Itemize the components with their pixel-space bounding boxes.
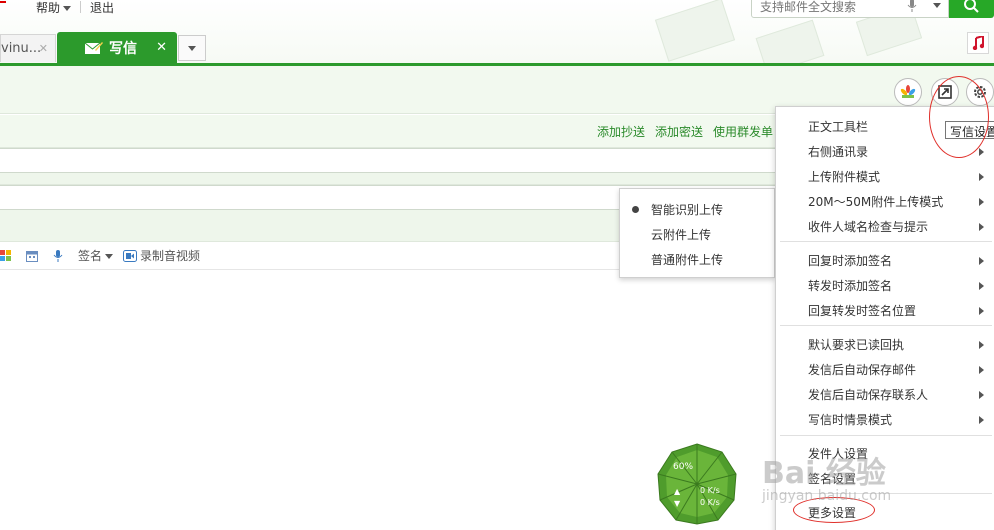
speed-percent: 60% (673, 462, 694, 472)
logo-fragment (0, 1, 6, 3)
chevron-right-icon (979, 198, 984, 206)
menu-divider (780, 241, 992, 242)
upload-option-label: 智能识别上传 (651, 203, 724, 217)
menu-item-reply-signature[interactable]: 回复时添加签名 (776, 248, 994, 272)
chevron-right-icon (979, 148, 984, 156)
search-icon (964, 0, 979, 13)
chevron-down-icon (188, 45, 196, 51)
tab-previous[interactable]: vinu... ✕ (0, 34, 56, 62)
tab-compose-label: 写信 (109, 41, 137, 57)
chevron-down-icon (63, 5, 72, 11)
upload-mode-submenu: 智能识别上传 云附件上传 普通附件上传 (619, 188, 775, 278)
divider (80, 1, 82, 13)
upload-option-normal[interactable]: 普通附件上传 (620, 247, 774, 272)
search-box (751, 0, 949, 18)
menu-item-label: 收件人域名检查与提示 (808, 219, 929, 234)
chevron-right-icon (979, 341, 984, 349)
tab-compose[interactable]: 写信 ✕ (57, 32, 177, 64)
music-note-icon (972, 36, 984, 50)
menu-item-label: 回复时添加签名 (808, 253, 893, 268)
chevron-right-icon (979, 416, 984, 424)
chevron-down-icon (105, 254, 114, 259)
selected-dot-icon (632, 206, 639, 213)
upload-option-smart[interactable]: 智能识别上传 (620, 197, 774, 222)
chevron-right-icon (979, 391, 984, 399)
chevron-right-icon (979, 282, 984, 290)
add-cc-link[interactable]: 添加抄送 (597, 123, 645, 140)
chevron-down-icon[interactable] (933, 3, 941, 8)
menu-item-label: 发信后自动保存邮件 (808, 362, 917, 377)
close-icon[interactable]: ✕ (156, 40, 167, 55)
chevron-right-icon (979, 366, 984, 374)
menu-item-upload-mode[interactable]: 上传附件模式 (776, 164, 994, 188)
microphone-icon[interactable] (907, 0, 917, 13)
menu-item-label: 默认要求已读回执 (808, 337, 905, 352)
add-bcc-link[interactable]: 添加密送 (655, 123, 703, 140)
app-grid-icon[interactable] (0, 249, 12, 262)
search-input[interactable] (752, 0, 900, 17)
video-camera-icon[interactable] (123, 249, 138, 262)
stationery-button[interactable] (894, 78, 922, 106)
chevron-right-icon (979, 223, 984, 231)
menu-divider (780, 325, 992, 326)
top-links: 帮助 退出 (0, 0, 114, 16)
music-button[interactable] (967, 32, 989, 54)
calendar-icon[interactable] (26, 250, 38, 262)
menu-item-label: 转发时添加签名 (808, 278, 893, 293)
download-arrow-icon: ▼ (674, 499, 681, 508)
menu-item-autosave-mail[interactable]: 发信后自动保存邮件 (776, 357, 994, 381)
upload-arrow-icon: ▲ (674, 487, 681, 496)
menu-item-signature-position[interactable]: 回复转发时签名位置 (776, 298, 994, 322)
menu-item-autosave-contacts[interactable]: 发信后自动保存联系人 (776, 382, 994, 406)
signature-label: 签名 (78, 249, 103, 263)
chevron-right-icon (979, 173, 984, 181)
envelope-decoration (755, 19, 825, 64)
help-link[interactable]: 帮助 (36, 0, 72, 16)
logout-link[interactable]: 退出 (90, 0, 114, 16)
network-speed-widget[interactable]: 60% ▲ ▼ 0 K/s 0 K/s (654, 442, 740, 526)
group-send-link[interactable]: 使用群发单 (713, 123, 773, 140)
signature-dropdown[interactable]: 签名 (78, 247, 114, 264)
menu-item-scene-mode[interactable]: 写信时情景模式 (776, 407, 994, 431)
compose-mail-icon (85, 42, 103, 54)
menu-item-label: 发信后自动保存联系人 (808, 387, 929, 402)
close-icon[interactable]: ✕ (39, 42, 48, 55)
menu-item-label: 回复转发时签名位置 (808, 303, 917, 318)
watermark: Bai 经验 (762, 456, 886, 491)
top-bar: 帮助 退出 vinu... ✕ 写信 ✕ (0, 0, 994, 64)
envelope-decoration (654, 0, 736, 62)
menu-item-read-receipt[interactable]: 默认要求已读回执 (776, 332, 994, 356)
upload-rate: 0 K/s (700, 486, 720, 495)
download-rate: 0 K/s (700, 498, 720, 507)
menu-item-domain-check[interactable]: 收件人域名检查与提示 (776, 214, 994, 238)
menu-item-label: 上传附件模式 (808, 169, 881, 184)
search-button[interactable] (949, 0, 994, 18)
chevron-right-icon (979, 257, 984, 265)
upload-option-cloud[interactable]: 云附件上传 (620, 222, 774, 247)
flower-icon (900, 85, 916, 98)
microphone-icon[interactable] (52, 249, 64, 262)
help-label: 帮助 (36, 0, 61, 15)
watermark-url: jingyan.baidu.com (762, 488, 892, 504)
record-video-button[interactable]: 录制音视频 (140, 247, 200, 264)
highlight-ring-settings (929, 76, 989, 158)
menu-item-large-upload-mode[interactable]: 20M～50M附件上传模式 (776, 189, 994, 213)
menu-item-label: 右侧通讯录 (808, 144, 869, 159)
address-links: 添加抄送 添加密送 使用群发单 (597, 123, 773, 140)
menu-divider (780, 435, 992, 436)
menu-item-label: 正文工具栏 (808, 119, 869, 134)
tab-more-button[interactable] (178, 35, 206, 61)
menu-item-label: 20M～50M附件上传模式 (808, 194, 944, 209)
tab-previous-label: vinu... (1, 41, 42, 56)
upload-option-label: 云附件上传 (651, 228, 712, 242)
menu-item-forward-signature[interactable]: 转发时添加签名 (776, 273, 994, 297)
chevron-right-icon (979, 307, 984, 315)
menu-item-label: 写信时情景模式 (808, 412, 893, 427)
umbrella-icon (657, 443, 737, 525)
upload-option-label: 普通附件上传 (651, 253, 724, 267)
